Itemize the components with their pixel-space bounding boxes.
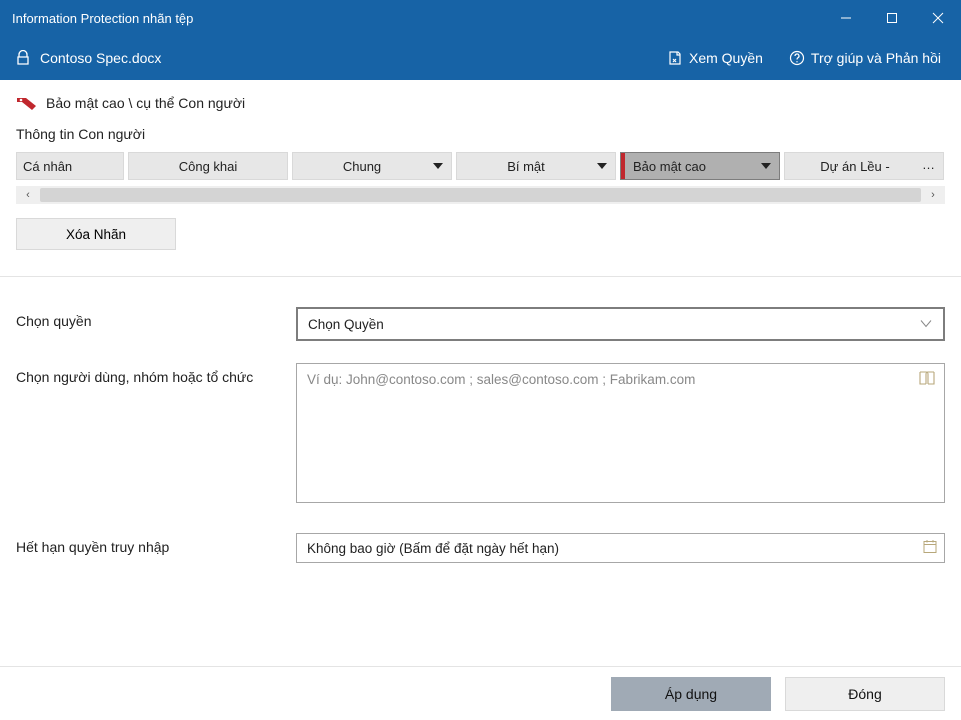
tag-icon [16,94,38,112]
help-feedback-button[interactable]: Trợ giúp và Phản hồi [781,46,949,70]
view-permissions-label: Xem Quyền [689,50,763,66]
label-general[interactable]: Chung [292,152,452,180]
delete-label-button[interactable]: Xóa Nhãn [16,218,176,250]
window-title: Information Protection nhãn tệp [12,11,823,26]
close-button[interactable] [915,0,961,36]
label-project-tent[interactable]: Dự án Lều - … [784,152,944,180]
label-text: Dự án Lều - [820,159,889,174]
expire-date-value: Không bao giờ (Bấm để đặt ngày hết hạn) [307,541,559,556]
apply-button[interactable]: Áp dụng [611,677,771,711]
users-label: Chọn người dùng, nhóm hoặc tổ chức [16,363,296,503]
view-permissions-button[interactable]: Xem Quyền [659,46,771,70]
label-highly-confidential[interactable]: Bảo mật cao [620,152,780,180]
label-text: Bí mật [507,159,545,174]
expire-date-input[interactable]: Không bao giờ (Bấm để đặt ngày hết hạn) [296,533,945,563]
maximize-button[interactable] [869,0,915,36]
calendar-icon [922,539,938,555]
close-dialog-button[interactable]: Đóng [785,677,945,711]
scroll-right-button[interactable]: › [921,189,945,201]
permissions-dropdown-value: Chọn Quyền [308,317,384,332]
permissions-label: Chọn quyền [16,307,296,341]
label-text: Bảo mật cao [633,159,706,174]
label-personal[interactable]: Cá nhân [16,152,124,180]
label-buttons-row: Cá nhân Công khai Chung Bí mật Bảo mật c… [16,152,945,180]
delete-label-text: Xóa Nhãn [66,227,126,242]
permissions-dropdown[interactable]: Chọn Quyền [296,307,945,341]
scroll-track[interactable] [40,188,921,202]
file-name-section: Contoso Spec.docx [16,50,649,66]
title-bar: Information Protection nhãn tệp [0,0,961,36]
chevron-down-icon [597,163,607,169]
users-input[interactable]: Ví dụ: John@contoso.com ; sales@contoso.… [296,363,945,503]
minimize-button[interactable] [823,0,869,36]
permissions-icon [667,50,683,66]
help-icon [789,50,805,66]
expire-label: Hết hạn quyền truy nhập [16,533,296,563]
chevron-down-icon [761,163,771,169]
address-book-button[interactable] [918,370,936,389]
label-text: Chung [343,159,381,174]
help-feedback-label: Trợ giúp và Phản hồi [811,50,941,66]
label-scroll-strip: ‹ › [16,186,945,204]
users-placeholder: Ví dụ: John@contoso.com ; sales@contoso.… [307,372,695,387]
calendar-button[interactable] [922,539,938,558]
ellipsis-icon: … [922,157,935,172]
label-text: Cá nhân [23,159,72,174]
label-confidential[interactable]: Bí mật [456,152,616,180]
close-dialog-button-label: Đóng [848,686,881,702]
footer-bar: Áp dụng Đóng [0,666,961,720]
classification-path-row: Bảo mật cao \ cụ thể Con người [16,94,945,112]
header-bar: Contoso Spec.docx Xem Quyền Trợ giúp và … [0,36,961,80]
chevron-down-icon [919,317,933,332]
scroll-left-button[interactable]: ‹ [16,189,40,201]
label-public[interactable]: Công khai [128,152,288,180]
lock-icon [16,50,30,66]
classification-section-label: Thông tin Con người [16,126,945,142]
file-name: Contoso Spec.docx [40,50,161,66]
label-text: Công khai [179,159,238,174]
address-book-icon [918,370,936,386]
apply-button-label: Áp dụng [665,686,717,702]
classification-path: Bảo mật cao \ cụ thể Con người [46,95,245,111]
chevron-down-icon [433,163,443,169]
